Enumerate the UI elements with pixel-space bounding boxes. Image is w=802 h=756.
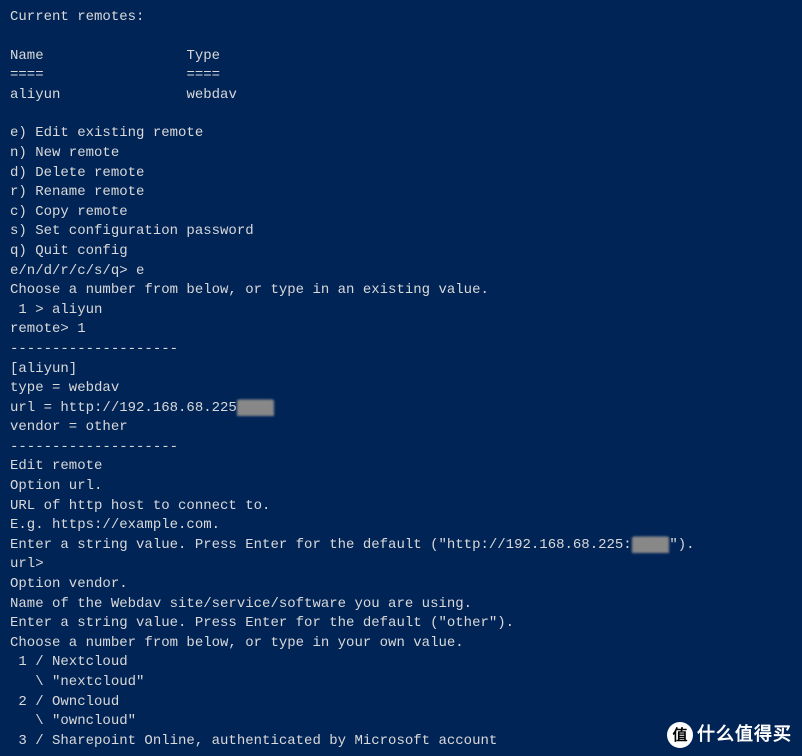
- blank-line: [10, 28, 792, 47]
- blank-line: [10, 105, 792, 124]
- vendor-option-1-value: \ "nextcloud": [10, 673, 792, 693]
- vendor-description: Name of the Webdav site/service/software…: [10, 595, 792, 615]
- menu-delete: d) Delete remote: [10, 164, 792, 184]
- remote-prompt-line[interactable]: remote> 1: [10, 320, 792, 340]
- menu-prompt-line[interactable]: e/n/d/r/c/s/q> e: [10, 262, 792, 282]
- config-type: type = webdav: [10, 379, 792, 399]
- option-url-label: Option url.: [10, 477, 792, 497]
- vendor-choose-message: Choose a number from below, or type in y…: [10, 634, 792, 654]
- config-vendor: vendor = other: [10, 418, 792, 438]
- menu-rename: r) Rename remote: [10, 183, 792, 203]
- url-description: URL of http host to connect to.: [10, 497, 792, 517]
- vendor-enter-prompt: Enter a string value. Press Enter for th…: [10, 614, 792, 634]
- menu-input-value: e: [136, 263, 144, 279]
- menu-edit: e) Edit existing remote: [10, 124, 792, 144]
- vendor-option-1: 1 / Nextcloud: [10, 653, 792, 673]
- watermark-text: 什么值得买: [697, 722, 792, 747]
- watermark: 值 什么值得买: [667, 722, 792, 748]
- menu-prompt: e/n/d/r/c/s/q>: [10, 263, 136, 279]
- table-header: Name Type: [10, 47, 792, 67]
- url-input-prompt[interactable]: url>: [10, 555, 792, 575]
- redacted-port: ████: [632, 537, 670, 553]
- menu-new: n) New remote: [10, 144, 792, 164]
- config-url: url = http://192.168.68.225████: [10, 399, 792, 419]
- edit-remote-header: Edit remote: [10, 457, 792, 477]
- menu-set-password: s) Set configuration password: [10, 222, 792, 242]
- divider-line: --------------------: [10, 438, 792, 458]
- menu-copy: c) Copy remote: [10, 203, 792, 223]
- current-remotes-header: Current remotes:: [10, 8, 792, 28]
- url-enter-prompt: Enter a string value. Press Enter for th…: [10, 536, 792, 556]
- table-divider: ==== ====: [10, 66, 792, 86]
- redacted-port: ████: [237, 400, 275, 416]
- url-example: E.g. https://example.com.: [10, 516, 792, 536]
- divider-line: --------------------: [10, 340, 792, 360]
- choice-option: 1 > aliyun: [10, 301, 792, 321]
- section-header: [aliyun]: [10, 360, 792, 380]
- option-vendor-label: Option vendor.: [10, 575, 792, 595]
- remote-prompt: remote>: [10, 321, 77, 337]
- remote-row: aliyun webdav: [10, 86, 792, 106]
- choose-message: Choose a number from below, or type in a…: [10, 281, 792, 301]
- menu-quit: q) Quit config: [10, 242, 792, 262]
- remote-input-value: 1: [77, 321, 85, 337]
- vendor-option-2: 2 / Owncloud: [10, 693, 792, 713]
- watermark-logo-icon: 值: [667, 722, 693, 748]
- terminal-output[interactable]: Current remotes: Name Type ==== ==== ali…: [10, 8, 792, 751]
